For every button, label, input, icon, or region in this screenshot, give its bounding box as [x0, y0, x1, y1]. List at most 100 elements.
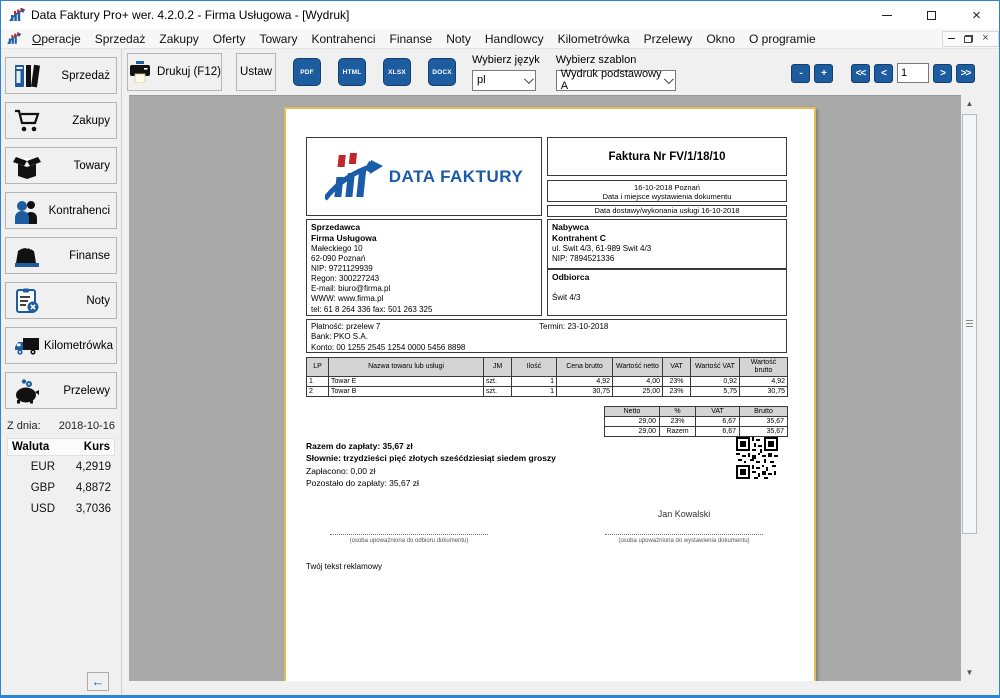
- buyer-line: ul. Swit 4/3, 61-989 Swit 4/3: [552, 244, 782, 254]
- signature-line: [330, 529, 488, 535]
- sidebar-collapse-button[interactable]: ←: [87, 672, 109, 691]
- first-page-button[interactable]: <<: [851, 64, 870, 83]
- rate-currency: USD: [11, 503, 67, 515]
- setup-button-label: Ustaw: [240, 66, 272, 78]
- sidebar-item-finanse[interactable]: Finanse: [5, 237, 117, 274]
- export-xlsx-button[interactable]: XLSX: [383, 58, 411, 86]
- books-icon: [10, 61, 44, 91]
- truck-icon: [10, 331, 44, 361]
- sidebar-item-sprzedaz[interactable]: Sprzedaż: [5, 57, 117, 94]
- template-group: Wybierz szablon Wydruk podstawowy A: [556, 54, 676, 91]
- seller-line: 62-090 Poznań: [311, 254, 537, 264]
- sidebar-item-przelewy[interactable]: Przelewy: [5, 372, 117, 409]
- mdi-close-button[interactable]: ×: [977, 32, 994, 46]
- seller-line: E-mail: biuro@firma.pl: [311, 284, 537, 294]
- buyer-name: Kontrahent C: [552, 233, 782, 244]
- menu-zakupy[interactable]: Zakupy: [152, 30, 205, 48]
- totals-block: Razem do zapłaty: 35,67 zł Słownie: trzy…: [306, 440, 556, 489]
- menu-oferty[interactable]: Oferty: [206, 30, 253, 48]
- menu-finanse[interactable]: Finanse: [383, 30, 440, 48]
- sidebar-item-zakupy[interactable]: Zakupy: [5, 102, 117, 139]
- sidebar-item-kilometrowka[interactable]: Kilometrówka: [5, 327, 117, 364]
- prev-page-button[interactable]: <: [874, 64, 893, 83]
- maximize-button[interactable]: [909, 1, 954, 29]
- page-number-input[interactable]: [897, 63, 929, 83]
- menu-operacje[interactable]: Operacje: [25, 30, 88, 48]
- sidebar-item-kontrahenci[interactable]: Kontrahenci: [5, 192, 117, 229]
- scrollbar-grip-icon: [966, 320, 973, 327]
- vertical-scrollbar[interactable]: ▲ ▼: [961, 95, 978, 681]
- menu-noty[interactable]: Noty: [439, 30, 478, 48]
- mdi-close-icon: ×: [982, 33, 988, 44]
- note-cancel-icon: [10, 286, 44, 316]
- mdi-restore-button[interactable]: [960, 32, 977, 46]
- sidebar-item-noty[interactable]: Noty: [5, 282, 117, 319]
- printer-icon: [128, 61, 152, 83]
- buyer-box: Nabywca Kontrahent C ul. Swit 4/3, 61-98…: [547, 219, 787, 269]
- up-arrow-icon: ▲: [966, 99, 974, 108]
- vat-summary-table: Netto%VATBrutto 29,0023%6,6735,67 29,00R…: [604, 406, 788, 437]
- menu-sprzedaz[interactable]: Sprzedaż: [88, 30, 153, 48]
- print-button[interactable]: Drukuj (F12): [127, 53, 222, 91]
- left-arrow-icon: ←: [92, 675, 105, 688]
- invoice-footer-note: Twój tekst reklamowy: [306, 562, 382, 571]
- language-select[interactable]: pl: [472, 70, 536, 91]
- next-page-button[interactable]: >: [933, 64, 952, 83]
- seller-box: Sprzedawca Firma Usługowa Małeckiego 10 …: [306, 219, 542, 316]
- vat-row: 29,00Razem6,6735,67: [605, 427, 788, 437]
- menu-handlowcy[interactable]: Handlowcy: [478, 30, 551, 48]
- export-html-button[interactable]: HTML: [338, 58, 366, 86]
- receiver-box: Odbiorca Świt 4/3: [547, 269, 787, 316]
- sidebar-item-towary[interactable]: Towary: [5, 147, 117, 184]
- template-select[interactable]: Wydruk podstawowy A: [556, 70, 676, 91]
- signature-receiver-name: [324, 509, 494, 529]
- seller-line: Małeckiego 10: [311, 244, 537, 254]
- export-pdf-button[interactable]: PDF: [293, 58, 321, 86]
- menu-towary[interactable]: Towary: [252, 30, 304, 48]
- setup-button[interactable]: Ustaw: [236, 53, 276, 91]
- receiver-label: Odbiorca: [552, 272, 782, 283]
- minimize-button[interactable]: [864, 1, 909, 29]
- menu-o-programie[interactable]: O programie: [742, 30, 823, 48]
- rates-table-header: Waluta Kurs: [7, 438, 115, 456]
- scrollbar-up-button[interactable]: ▲: [961, 95, 978, 112]
- window-title: Data Faktury Pro+ wer. 4.2.0.2 - Firma U…: [31, 8, 349, 22]
- menu-okno[interactable]: Okno: [699, 30, 742, 48]
- menu-kontrahenci[interactable]: Kontrahenci: [304, 30, 382, 48]
- people-icon: [10, 196, 44, 226]
- buyer-label: Nabywca: [552, 222, 782, 233]
- invoice-delivery-date: Data dostawy/wykonania usługi 16-10-2018: [547, 205, 787, 217]
- menu-kilometrowka[interactable]: Kilometrówka: [551, 30, 637, 48]
- scrollbar-down-button[interactable]: ▼: [961, 664, 978, 681]
- last-page-button[interactable]: >>: [956, 64, 975, 83]
- title-bar: Data Faktury Pro+ wer. 4.2.0.2 - Firma U…: [1, 1, 999, 29]
- zoom-out-button[interactable]: -: [791, 64, 810, 83]
- item-row: 1Towar Eszt.14,924,0023%0,924,92: [307, 377, 788, 387]
- mdi-restore-icon: [964, 35, 973, 43]
- mdi-minimize-button[interactable]: [943, 32, 960, 46]
- seller-line: tel: 61 8 264 336 fax: 501 263 325: [311, 305, 537, 315]
- sidebar-item-label: Finanse: [44, 250, 110, 262]
- chevron-down-icon: [524, 74, 534, 84]
- print-preview-canvas: DATA FAKTURY Faktura Nr FV/1/18/10 16-10…: [129, 95, 961, 681]
- language-group: Wybierz język pl: [472, 54, 540, 91]
- invoice-issue-caption: Data i miejsce wystawienia dokumentu: [548, 192, 786, 201]
- export-docx-button[interactable]: DOCX: [428, 58, 456, 86]
- rate-row-eur: EUR 4,2919: [7, 456, 115, 477]
- scrollbar-thumb[interactable]: [962, 114, 977, 534]
- menu-przelewy[interactable]: Przelewy: [637, 30, 700, 48]
- scrollbar-track[interactable]: [961, 112, 978, 664]
- right-gutter: [978, 95, 999, 695]
- language-label: Wybierz język: [472, 54, 540, 66]
- signature-line: [605, 529, 763, 535]
- close-button[interactable]: ×: [954, 1, 999, 29]
- signature-issuer: Jan Kowalski (osoba upoważniona do wysta…: [599, 509, 769, 544]
- rate-currency: GBP: [11, 482, 67, 494]
- down-arrow-icon: ▼: [966, 668, 974, 677]
- signature-issuer-name: Jan Kowalski: [599, 509, 769, 529]
- rates-col-rate: Kurs: [61, 439, 114, 455]
- receiver-line: Świt 4/3: [552, 293, 782, 303]
- zoom-in-button[interactable]: +: [814, 64, 833, 83]
- app-logo-icon: [9, 8, 25, 23]
- chevron-down-icon: [664, 74, 674, 84]
